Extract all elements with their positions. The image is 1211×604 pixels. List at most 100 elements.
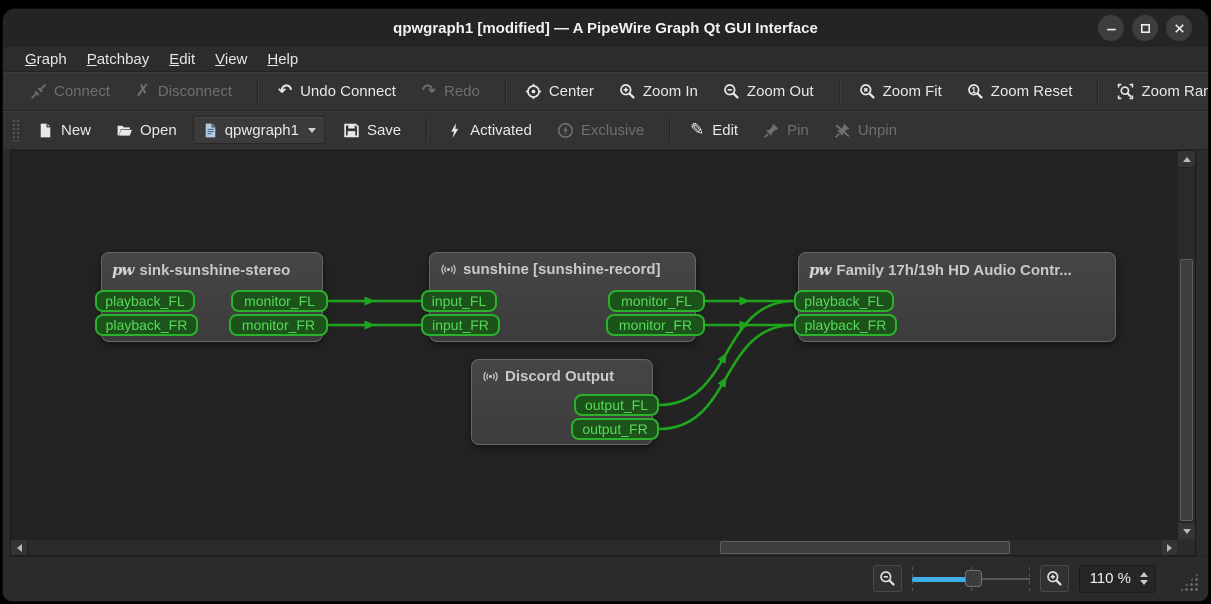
menu-edit[interactable]: Edit — [159, 50, 205, 69]
port-discord-output-fl[interactable]: output_FL — [574, 394, 659, 416]
save-button-label: Save — [367, 122, 401, 139]
zoom-in-button[interactable]: Zoom In — [610, 78, 707, 105]
statusbar-zoom-out-button[interactable] — [873, 565, 902, 592]
menu-graph[interactable]: Graph — [15, 50, 77, 69]
center-button[interactable]: Center — [516, 78, 603, 105]
node-title-text: Family 17h/19h HD Audio Contr... — [836, 262, 1071, 279]
port-sink-playback-fl[interactable]: playback_FL — [95, 290, 195, 312]
save-button[interactable]: Save — [334, 117, 410, 144]
pin-icon — [763, 122, 780, 139]
scrollbar-corner — [1177, 539, 1195, 555]
patchbay-selector[interactable]: qpwgraph1 — [193, 116, 325, 144]
chevron-down-icon — [308, 128, 316, 133]
node-title-text: Discord Output — [505, 368, 614, 385]
scroll-left-button[interactable] — [11, 540, 28, 555]
zoom-fit-button[interactable]: Zoom Fit — [850, 78, 951, 105]
menu-view[interactable]: View — [205, 50, 257, 69]
toolbar-drag-handle[interactable] — [12, 119, 19, 141]
window-controls — [1098, 15, 1192, 41]
zoom-fit-icon — [859, 83, 876, 100]
port-family-playback-fr[interactable]: playback_FR — [794, 314, 897, 336]
graph-canvas[interactable]: pwsink-sunshine-stereoplayback_FLplaybac… — [11, 151, 1177, 539]
new-button[interactable]: New — [28, 117, 100, 144]
port-sunshine-input-fr[interactable]: input_FR — [421, 314, 500, 336]
port-sunshine-input-fl[interactable]: input_FL — [421, 290, 497, 312]
disconnect-icon: ✗ — [135, 83, 151, 100]
activated-button[interactable]: Activated — [437, 117, 541, 144]
undo-connect-button[interactable]: ↶Undo Connect — [268, 78, 405, 105]
edit-button[interactable]: ✎ Edit — [680, 117, 747, 144]
scroll-right-button[interactable] — [1160, 540, 1177, 555]
connect-button[interactable]: Connect — [21, 78, 119, 105]
activated-button-label: Activated — [470, 122, 532, 139]
zoom-value: 110 % — [1090, 570, 1131, 587]
unpin-button-label: Unpin — [858, 122, 897, 139]
zoom-reset-icon: 1 — [967, 83, 984, 100]
new-icon — [37, 122, 54, 139]
port-sink-playback-fr[interactable]: playback_FR — [95, 314, 198, 336]
zoom-out-button[interactable]: Zoom Out — [714, 78, 823, 105]
horizontal-scrollbar[interactable] — [11, 539, 1177, 555]
port-sink-monitor-fr[interactable]: monitor_FR — [229, 314, 328, 336]
pipewire-icon: pw — [809, 261, 830, 279]
menu-help[interactable]: Help — [257, 50, 308, 69]
statusbar-zoom-in-button[interactable] — [1040, 565, 1069, 592]
resize-grip[interactable] — [1179, 572, 1199, 592]
zoom-range-button[interactable]: Zoom Range — [1108, 78, 1208, 105]
spin-up-icon[interactable] — [1140, 572, 1148, 577]
arrow-up-icon — [1183, 157, 1191, 162]
vertical-scroll-thumb[interactable] — [1180, 259, 1193, 521]
scroll-down-button[interactable] — [1178, 522, 1195, 539]
zoom-in-button-label: Zoom In — [643, 83, 698, 100]
close-icon — [1171, 20, 1188, 37]
zoom-slider-handle[interactable] — [965, 570, 982, 587]
disconnect-button[interactable]: ✗ Disconnect — [126, 78, 241, 105]
link-arrow-icon — [365, 321, 376, 330]
title-bar[interactable]: qpwgraph1 [modified] — A PipeWire Graph … — [3, 9, 1208, 47]
link-arrow-icon — [718, 374, 731, 388]
horizontal-scroll-thumb[interactable] — [720, 541, 1010, 554]
unpin-button[interactable]: Unpin — [825, 117, 906, 144]
scroll-up-button[interactable] — [1178, 151, 1195, 168]
minimize-button[interactable] — [1098, 15, 1124, 41]
stream-icon — [482, 368, 499, 385]
node-title: pw Family 17h/19h HD Audio Contr... — [799, 253, 1115, 279]
close-button[interactable] — [1166, 15, 1192, 41]
exclusive-button[interactable]: Exclusive — [548, 117, 653, 144]
spinbox-arrows — [1138, 570, 1150, 587]
node-title: sunshine [sunshine-record] — [430, 253, 695, 278]
port-discord-output-fr[interactable]: output_FR — [571, 418, 659, 440]
zoom-reset-button[interactable]: 1Zoom Reset — [958, 78, 1082, 105]
port-family-playback-fl[interactable]: playback_FL — [794, 290, 894, 312]
maximize-button[interactable] — [1132, 15, 1158, 41]
open-button-label: Open — [140, 122, 177, 139]
spin-down-icon[interactable] — [1140, 580, 1148, 585]
port-sunshine-monitor-fr[interactable]: monitor_FR — [606, 314, 705, 336]
zoom-out-button-label: Zoom Out — [747, 83, 814, 100]
undo-icon: ↶ — [277, 83, 293, 100]
pipewire-icon: pw — [112, 261, 133, 279]
menu-patchbay[interactable]: Patchbay — [77, 50, 160, 69]
edit-button-label: Edit — [712, 122, 738, 139]
magnifier-minus-icon — [879, 570, 896, 587]
port-sunshine-monitor-fl[interactable]: monitor_FL — [608, 290, 705, 312]
open-button[interactable]: Open — [107, 117, 186, 144]
redo-icon: ↷ — [421, 83, 437, 100]
edit-icon: ✎ — [689, 122, 705, 139]
menu-bar: GraphPatchbayEditViewHelp — [3, 47, 1208, 72]
pin-button[interactable]: Pin — [754, 117, 818, 144]
center-button-label: Center — [549, 83, 594, 100]
node-title: Discord Output — [472, 360, 652, 385]
minimize-icon — [1103, 20, 1120, 37]
zoom-slider[interactable] — [912, 567, 1030, 591]
toolbar-separator — [839, 78, 841, 104]
disconnect-button-label: Disconnect — [158, 83, 232, 100]
window-title: qpwgraph1 [modified] — A PipeWire Graph … — [393, 20, 818, 37]
open-icon — [116, 122, 133, 139]
maximize-icon — [1137, 20, 1154, 37]
port-sink-monitor-fl[interactable]: monitor_FL — [231, 290, 328, 312]
zoom-spinbox[interactable]: 110 % — [1079, 565, 1156, 593]
toolbar-separator — [426, 117, 428, 143]
redo-button[interactable]: ↷Redo — [412, 78, 489, 105]
vertical-scrollbar[interactable] — [1177, 151, 1195, 539]
